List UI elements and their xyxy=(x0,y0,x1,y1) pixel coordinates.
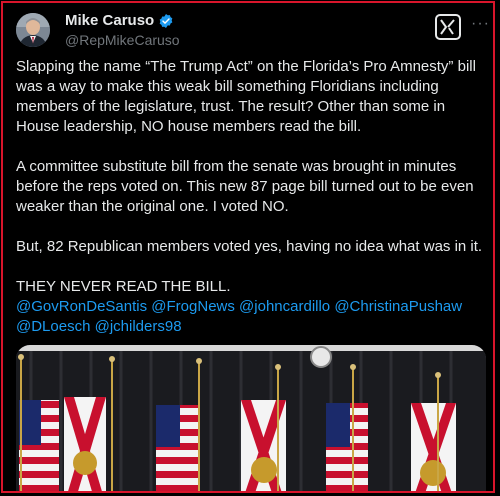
mention-list: @GovRonDeSantis @FrogNews @johncardillo … xyxy=(16,297,491,337)
grok-icon[interactable] xyxy=(435,14,461,40)
verified-badge-icon xyxy=(158,13,174,29)
mention-link[interactable]: @johncardillo xyxy=(239,298,330,315)
tweet-card: Mike Caruso @RepMikeCaruso ··· Slapping … xyxy=(1,1,495,493)
flags-photo xyxy=(16,345,486,491)
mention-link[interactable]: @DLoesch xyxy=(16,318,90,335)
avatar[interactable] xyxy=(16,13,50,47)
tweet-paragraph: THEY NEVER READ THE BILL. xyxy=(16,278,231,295)
author-name[interactable]: Mike Caruso xyxy=(65,12,154,29)
author-handle[interactable]: @RepMikeCaruso xyxy=(65,32,180,48)
more-options-icon[interactable]: ··· xyxy=(471,15,490,33)
mention-link[interactable]: @GovRonDeSantis xyxy=(16,298,147,315)
tweet-paragraph: A committee substitute bill from the sen… xyxy=(16,158,474,215)
mention-link[interactable]: @FrogNews xyxy=(151,298,235,315)
mention-link[interactable]: @ChristinaPushaw xyxy=(334,298,462,315)
tweet-media-image[interactable] xyxy=(16,345,486,491)
tweet-paragraph: Slapping the name “The Trump Act” on the… xyxy=(16,58,476,135)
tweet-paragraph: But, 82 Republican members voted yes, ha… xyxy=(16,238,483,255)
avatar-image xyxy=(16,13,50,47)
tweet-text: Slapping the name “The Trump Act” on the… xyxy=(16,57,491,337)
mention-link[interactable]: @jchilders98 xyxy=(95,318,182,335)
author-name-row: Mike Caruso xyxy=(65,12,174,29)
